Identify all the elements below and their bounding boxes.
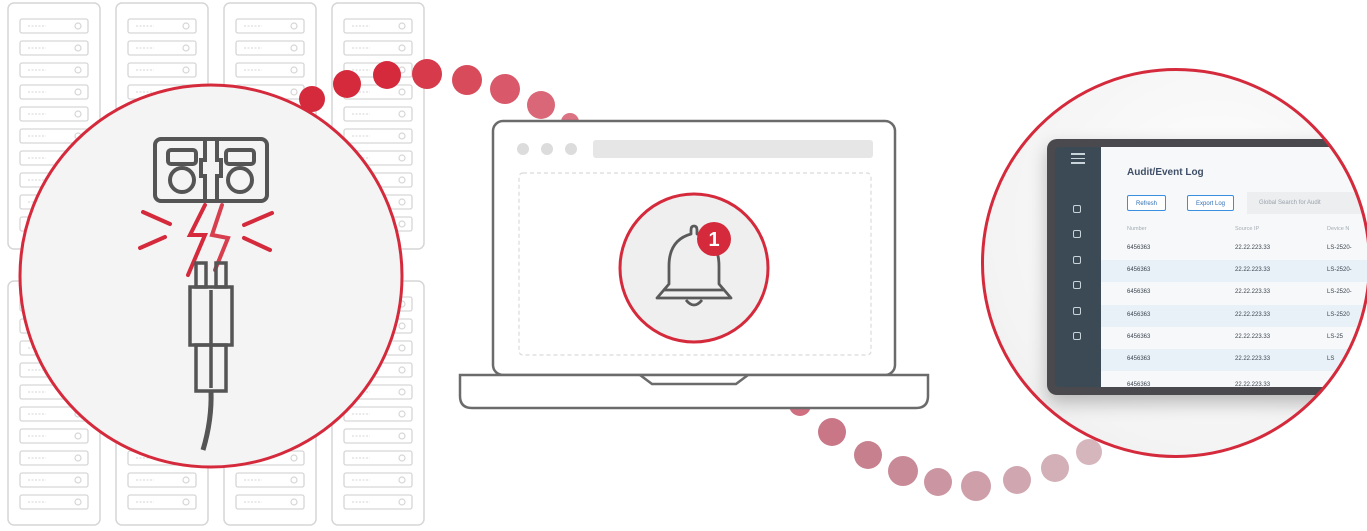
cell-number: 6456363: [1127, 334, 1151, 340]
cell-number: 6456363: [1127, 289, 1151, 295]
notification-count: 1: [708, 229, 719, 251]
connection-dot: [373, 61, 401, 89]
sidebar-item-3[interactable]: [1073, 256, 1081, 264]
cell-number: 6456363: [1127, 245, 1151, 251]
table-row[interactable]: 6456363 22.22.223.33 LS-25: [1101, 327, 1367, 349]
table-row[interactable]: 6456363 22.22.223.33: [1101, 375, 1367, 387]
connection-dot: [924, 468, 952, 496]
sidebar: [1055, 147, 1101, 387]
connection-dot: [1041, 454, 1069, 482]
connection-dot: [333, 70, 361, 98]
connection-dot: [490, 74, 520, 104]
cable-failure: [18, 83, 404, 469]
cell-source-ip: 22.22.223.33: [1235, 382, 1271, 387]
connection-dot: [1076, 439, 1102, 465]
sidebar-item-1[interactable]: [1073, 205, 1081, 213]
table-row[interactable]: 6456363 22.22.223.33 LS-2520-: [1101, 282, 1367, 304]
cell-source-ip: 22.22.223.33: [1235, 245, 1271, 251]
connection-dot: [452, 65, 482, 95]
cell-number: 6456363: [1127, 312, 1151, 318]
main-content: Audit/Event Log Refresh Export Log Globa…: [1101, 147, 1367, 387]
connection-dot: [1003, 466, 1031, 494]
sidebar-item-5[interactable]: [1073, 307, 1081, 315]
connection-dot: [527, 91, 555, 119]
sidebar-item-6[interactable]: [1073, 332, 1081, 340]
cell-device-name: LS: [1327, 356, 1335, 362]
cell-number: 6456363: [1127, 267, 1151, 273]
connection-dot: [818, 418, 846, 446]
sidebar-item-4[interactable]: [1073, 281, 1081, 289]
connection-dot: [961, 471, 991, 501]
cell-source-ip: 22.22.223.33: [1235, 267, 1271, 273]
cell-device-name: LS-2520-: [1327, 245, 1352, 251]
sidebar-item-2[interactable]: [1073, 230, 1081, 238]
cell-device-name: LS-25: [1327, 334, 1344, 340]
cell-source-ip: 22.22.223.33: [1235, 356, 1271, 362]
export-log-button[interactable]: Export Log: [1187, 195, 1235, 211]
table-row[interactable]: 6456363 22.22.223.33 LS-2520-: [1101, 260, 1367, 282]
cell-device-name: LS-2520: [1327, 312, 1350, 318]
cell-device-name: LS-2520-: [1327, 289, 1352, 295]
cell-number: 6456363: [1127, 356, 1151, 362]
table-row[interactable]: 6456363 22.22.223.33 LS: [1101, 349, 1367, 371]
zoom-lens: Audit/Event Log Refresh Export Log Globa…: [981, 68, 1367, 458]
column-header-number[interactable]: Number: [1127, 226, 1147, 232]
connection-dot: [854, 441, 882, 469]
connection-dot: [888, 456, 918, 486]
connection-dot: [412, 59, 442, 89]
table-row[interactable]: 6456363 22.22.223.33 LS-2520: [1101, 305, 1367, 327]
global-search-input[interactable]: Global Search for Audit: [1247, 192, 1367, 214]
column-header-device-name[interactable]: Device N: [1327, 226, 1349, 232]
cell-source-ip: 22.22.223.33: [1235, 334, 1271, 340]
notification-bell: 1: [618, 192, 770, 344]
refresh-button[interactable]: Refresh: [1127, 195, 1167, 211]
cell-source-ip: 22.22.223.33: [1235, 289, 1271, 295]
page-title: Audit/Event Log: [1127, 167, 1204, 178]
cell-number: 6456363: [1127, 382, 1151, 387]
menu-icon[interactable]: [1071, 153, 1085, 167]
tablet-frame: Audit/Event Log Refresh Export Log Globa…: [1047, 139, 1367, 395]
cell-device-name: LS-2520-: [1327, 267, 1352, 273]
cell-source-ip: 22.22.223.33: [1235, 312, 1271, 318]
column-header-source-ip[interactable]: Source IP: [1235, 226, 1259, 232]
audit-app-window: Audit/Event Log Refresh Export Log Globa…: [1055, 147, 1367, 387]
table-row[interactable]: 6456363 22.22.223.33 LS-2520-: [1101, 238, 1367, 260]
